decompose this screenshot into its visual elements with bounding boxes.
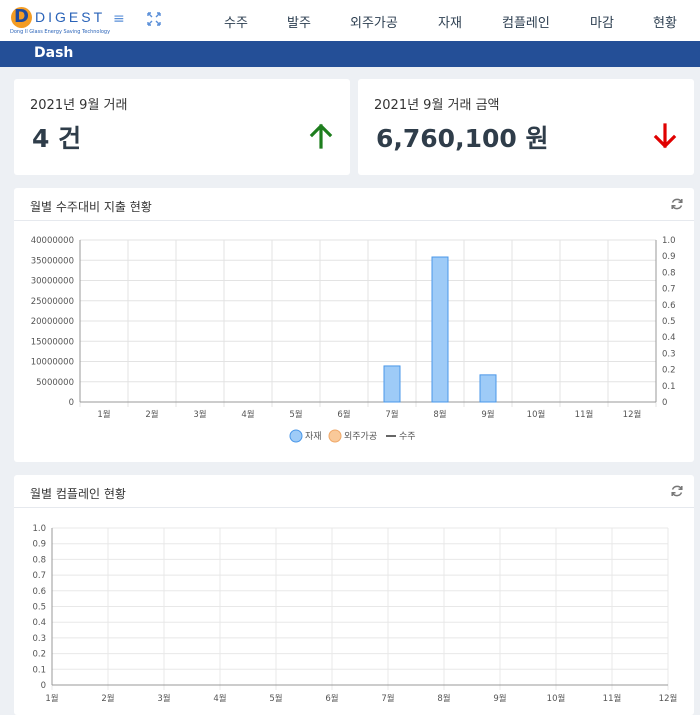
y2-tick-label: 0.2	[662, 366, 676, 376]
nav-item-material[interactable]: 자재	[438, 12, 462, 31]
y-tick-label: 0.6	[32, 587, 46, 597]
x-tick-label: 2월	[145, 409, 158, 420]
transaction-count-value: 4 건	[32, 124, 82, 153]
arrow-down-icon	[653, 123, 677, 149]
transaction-amount-label: 2021년 9월 거래 금액	[374, 98, 500, 113]
x-tick-label: 11월	[575, 409, 594, 420]
x-tick-label: 10월	[527, 409, 546, 420]
logo-letter: D	[14, 6, 29, 27]
x-tick-label: 12월	[623, 409, 642, 420]
y2-tick-label: 0.8	[662, 268, 676, 278]
nav-item-complaint[interactable]: 컴플레인	[502, 12, 550, 31]
expense-bar-chart: 40000000 35000000 30000000 25000000 20000000…	[31, 236, 676, 443]
x-tick-label: 3월	[193, 409, 206, 420]
bar-자재	[431, 256, 449, 403]
x-tick-label: 6월	[325, 693, 338, 704]
y-tick-label: 0.3	[32, 634, 46, 644]
legend-swatch	[328, 429, 342, 443]
panel-title: 월별 수주대비 지출 현황	[30, 200, 152, 214]
legend-label: 외주가공	[344, 430, 377, 442]
complaint-panel: 월별 컴플레인 현황 1.0 0.9 0.8 0.7 0.6 0.5 0.4 0.3 0.2 0.…	[14, 475, 694, 715]
y-tick-label: 0.2	[32, 650, 46, 660]
y-tick-label: 0.9	[32, 540, 46, 550]
bar-자재	[383, 365, 401, 403]
nav-item-purchase[interactable]: 발주	[287, 12, 311, 31]
y2-tick-label: 0.5	[662, 317, 676, 327]
y-tick-label: 1.0	[32, 524, 46, 534]
x-tick-label: 4월	[213, 693, 226, 704]
y2-tick-label: 0.1	[662, 382, 676, 392]
x-tick-label: 3월	[157, 693, 170, 704]
x-tick-label: 5월	[289, 409, 302, 420]
y-tick-label: 5000000	[36, 378, 74, 388]
panel-header: 월별 수주대비 지출 현황	[14, 188, 694, 221]
legend-swatch	[289, 429, 303, 443]
transaction-count-card: 2021년 9월 거래 4 건	[14, 79, 350, 175]
fullscreen-icon[interactable]	[147, 12, 161, 26]
x-tick-label: 8월	[437, 693, 450, 704]
arrow-up-icon	[309, 123, 333, 149]
y2-tick-label: 0.6	[662, 301, 676, 311]
panel-header: 월별 컴플레인 현황	[14, 475, 694, 508]
nav-item-closing[interactable]: 마감	[590, 12, 614, 31]
x-tick-label: 7월	[381, 693, 394, 704]
transaction-amount-value: 6,760,100 원	[376, 124, 549, 153]
y2-tick-label: 0	[662, 398, 667, 408]
x-tick-label: 8월	[433, 409, 446, 420]
y-tick-label: 20000000	[31, 317, 74, 327]
nav-item-order[interactable]: 수주	[224, 12, 248, 31]
menu-toggle-icon[interactable]: ≡	[113, 12, 127, 26]
y2-tick-label: 0.3	[662, 349, 676, 359]
y-tick-label: 40000000	[31, 236, 74, 246]
transaction-count-label: 2021년 9월 거래	[30, 98, 128, 113]
y-tick-label: 0	[69, 398, 74, 408]
x-tick-label: 12월	[659, 693, 678, 704]
expense-vs-order-panel: 월별 수주대비 지출 현황 40000000 35000000 30000000 25…	[14, 188, 694, 462]
logo-tagline: Dong Il Glass Energy Saving Technology	[10, 29, 111, 35]
refresh-icon[interactable]	[670, 484, 684, 498]
x-tick-label: 2월	[101, 693, 114, 704]
digest-logo[interactable]: D DIGEST Dong Il Glass Energy Saving Tec…	[8, 5, 111, 37]
y2-tick-label: 0.4	[662, 333, 676, 343]
panel-title: 월별 컴플레인 현황	[30, 487, 126, 501]
logo-text: DIGEST	[35, 9, 106, 25]
transaction-amount-card: 2021년 9월 거래 금액 6,760,100 원	[358, 79, 694, 175]
y-tick-label: 30000000	[31, 277, 74, 287]
y-tick-label: 10000000	[31, 358, 74, 368]
y-tick-label: 15000000	[31, 337, 74, 347]
x-tick-label: 1월	[45, 693, 58, 704]
legend-label: 자재	[305, 431, 322, 442]
y2-tick-label: 1.0	[662, 236, 676, 246]
x-tick-label: 4월	[241, 409, 254, 420]
y-tick-label: 0.1	[32, 665, 46, 675]
complaint-line-chart: 1.0 0.9 0.8 0.7 0.6 0.5 0.4 0.3 0.2 0.1 0 1월 2월 3월 4월 5…	[32, 524, 678, 704]
y-tick-label: 35000000	[31, 256, 74, 266]
y-tick-label: 0.8	[32, 555, 46, 565]
x-tick-label: 7월	[385, 409, 398, 420]
x-tick-label: 6월	[337, 409, 350, 420]
x-tick-label: 10월	[547, 693, 566, 704]
y-tick-label: 0.5	[32, 603, 46, 613]
page-title: Dash	[34, 45, 74, 61]
y-tick-label: 0.4	[32, 618, 46, 628]
x-tick-label: 5월	[269, 693, 282, 704]
bar-자재	[479, 374, 497, 403]
y2-tick-label: 0.9	[662, 252, 676, 262]
y2-tick-label: 0.7	[662, 285, 676, 295]
y-tick-label: 0.7	[32, 571, 46, 581]
x-tick-label: 9월	[481, 409, 494, 420]
page-header-bar: Dash	[0, 41, 700, 67]
x-tick-label: 11월	[603, 693, 622, 704]
x-tick-label: 1월	[97, 409, 110, 420]
y-tick-label: 0	[41, 681, 46, 691]
y-tick-label: 25000000	[31, 297, 74, 307]
nav-item-status[interactable]: 현황	[653, 12, 677, 31]
refresh-icon[interactable]	[670, 197, 684, 211]
legend-label: 수주	[399, 431, 416, 442]
nav-item-outsourcing[interactable]: 외주가공	[350, 12, 398, 31]
x-tick-label: 9월	[493, 693, 506, 704]
top-navbar: D DIGEST Dong Il Glass Energy Saving Tec…	[0, 0, 700, 41]
